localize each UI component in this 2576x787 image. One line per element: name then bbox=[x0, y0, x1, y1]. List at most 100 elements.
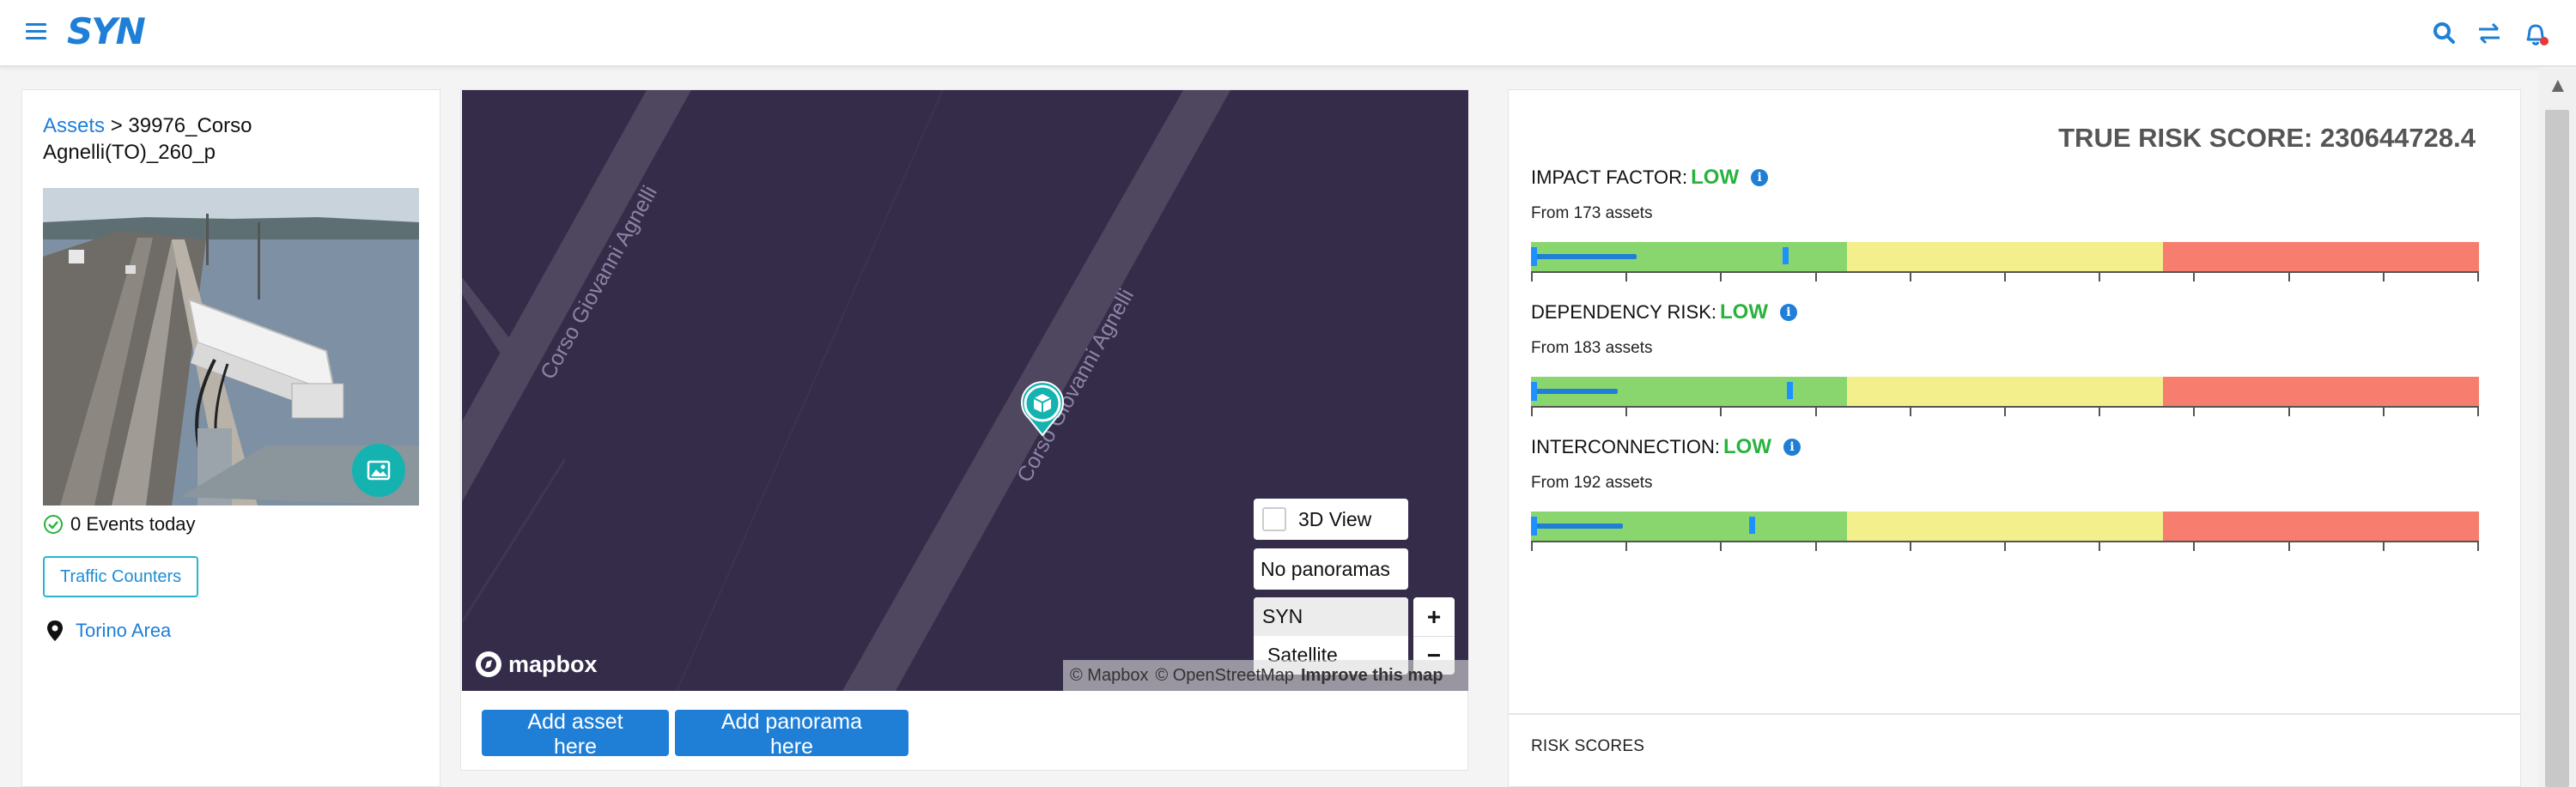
breadcrumb-assets-link[interactable]: Assets bbox=[43, 114, 105, 137]
page-scrollbar[interactable]: ▲ bbox=[2538, 67, 2576, 787]
search-icon[interactable] bbox=[2430, 19, 2459, 48]
risk-axis-tick bbox=[2287, 542, 2290, 551]
mapbox-brand-label: mapbox bbox=[508, 651, 598, 677]
layer-option-syn[interactable]: SYN bbox=[1254, 597, 1408, 636]
risk-axis-tick bbox=[2477, 542, 2479, 551]
info-icon[interactable]: i bbox=[1751, 169, 1769, 186]
factor-title: IMPACT FACTOR: LOW i bbox=[1531, 166, 2501, 190]
factor-level: LOW bbox=[1719, 300, 1768, 324]
risk-axis-tick bbox=[1531, 542, 1533, 551]
risk-band-medium bbox=[1847, 242, 2163, 271]
location-label: Torino Area bbox=[76, 620, 172, 641]
risk-axis-tick bbox=[1814, 408, 1817, 416]
factor-title: INTERCONNECTION: LOW i bbox=[1531, 435, 2501, 459]
risk-axis-tick bbox=[1909, 542, 1911, 551]
risk-axis-tick bbox=[2287, 408, 2290, 416]
check-circle-icon bbox=[44, 515, 63, 534]
location-link[interactable]: Torino Area bbox=[46, 614, 171, 648]
image-icon bbox=[367, 460, 391, 481]
swap-icon[interactable] bbox=[2475, 19, 2504, 48]
risk-axis-tick bbox=[1720, 408, 1722, 416]
risk-range-line bbox=[1533, 524, 1623, 529]
risk-axis-tick bbox=[2193, 273, 2196, 282]
risk-bar bbox=[1531, 512, 2479, 551]
breadcrumb-separator: > bbox=[110, 114, 123, 137]
risk-axis-tick bbox=[1625, 408, 1628, 416]
mapbox-icon bbox=[476, 651, 501, 677]
map-pin-icon bbox=[47, 621, 63, 641]
3d-view-label: 3D View bbox=[1298, 507, 1372, 530]
risk-axis-tick bbox=[2477, 408, 2479, 416]
map-attribution: © Mapbox © OpenStreetMap Improve this ma… bbox=[1063, 660, 1468, 691]
risk-panel: TRUE RISK SCORE: 230644728.4 IMPACT FACT… bbox=[1508, 89, 2521, 787]
risk-axis-tick bbox=[2004, 273, 2006, 282]
risk-value-marker bbox=[1782, 247, 1789, 264]
events-today: 0 Events today bbox=[43, 507, 196, 542]
risk-axis-tick bbox=[2382, 408, 2385, 416]
risk-axis-tick bbox=[2004, 542, 2006, 551]
risk-axis bbox=[1531, 406, 2479, 416]
3d-view-checkbox[interactable] bbox=[1262, 507, 1286, 531]
info-icon[interactable]: i bbox=[1779, 304, 1797, 321]
interconnection-section: INTERCONNECTION: LOW i From 192 assets bbox=[1531, 435, 2501, 551]
asset-info-panel: Assets > 39976_Corso Agnelli(TO)_260_p 0… bbox=[21, 89, 440, 787]
factor-source-count: From 192 assets bbox=[1531, 474, 1653, 492]
info-icon[interactable]: i bbox=[1783, 439, 1801, 456]
impact-factor-section: IMPACT FACTOR: LOW i From 173 assets bbox=[1531, 166, 2501, 282]
risk-value-marker bbox=[1787, 382, 1794, 399]
risk-axis-tick bbox=[2099, 408, 2101, 416]
risk-band-high bbox=[2163, 242, 2479, 271]
asset-map-marker[interactable] bbox=[1018, 380, 1066, 437]
mapbox-logo[interactable]: mapbox bbox=[474, 650, 598, 679]
factor-name: DEPENDENCY RISK: bbox=[1531, 301, 1716, 323]
risk-axis-tick bbox=[2287, 273, 2290, 282]
osm-attribution-link[interactable]: © OpenStreetMap bbox=[1155, 666, 1293, 686]
top-bar: SYN bbox=[0, 0, 2576, 67]
factor-title: DEPENDENCY RISK: LOW i bbox=[1531, 300, 2501, 324]
scroll-up-arrow-icon[interactable]: ▲ bbox=[2548, 74, 2568, 98]
risk-axis-tick bbox=[1909, 408, 1911, 416]
add-asset-button[interactable]: Add asset here bbox=[482, 710, 669, 759]
risk-band-high bbox=[2163, 377, 2479, 406]
add-panorama-button[interactable]: Add panorama here bbox=[675, 710, 908, 759]
events-today-label: 0 Events today bbox=[70, 513, 196, 535]
risk-axis-tick bbox=[1531, 273, 1533, 282]
factor-level: LOW bbox=[1691, 166, 1740, 189]
dependency-risk-section: DEPENDENCY RISK: LOW i From 183 assets bbox=[1531, 300, 2501, 416]
scroll-thumb[interactable] bbox=[2545, 110, 2569, 787]
risk-axis-tick bbox=[2382, 542, 2385, 551]
risk-axis-tick bbox=[1814, 542, 1817, 551]
zoom-in-button[interactable]: + bbox=[1413, 597, 1455, 636]
improve-map-link[interactable]: Improve this map bbox=[1301, 666, 1443, 686]
factor-name: IMPACT FACTOR: bbox=[1531, 166, 1688, 188]
risk-bar bbox=[1531, 377, 2479, 416]
image-gallery-button[interactable] bbox=[352, 444, 405, 497]
risk-axis bbox=[1531, 541, 2479, 551]
mapbox-attribution-link[interactable]: © Mapbox bbox=[1070, 666, 1148, 686]
risk-axis-tick bbox=[1720, 542, 1722, 551]
menu-icon[interactable] bbox=[26, 23, 46, 40]
3d-view-toggle[interactable]: 3D View bbox=[1254, 499, 1408, 540]
risk-axis-tick bbox=[2477, 273, 2479, 282]
risk-value-marker bbox=[1748, 517, 1755, 534]
notifications-bell-icon[interactable] bbox=[2521, 19, 2550, 48]
app-logo[interactable]: SYN bbox=[67, 10, 146, 52]
traffic-counters-button[interactable]: Traffic Counters bbox=[43, 556, 199, 597]
risk-axis-tick bbox=[2004, 408, 2006, 416]
risk-axis-tick bbox=[2099, 273, 2101, 282]
risk-band-medium bbox=[1847, 377, 2163, 406]
factor-source-count: From 183 assets bbox=[1531, 339, 1653, 357]
panoramas-button[interactable]: No panoramas bbox=[1254, 548, 1408, 590]
risk-bar bbox=[1531, 242, 2479, 282]
risk-range-start-marker bbox=[1531, 517, 1537, 536]
risk-axis-tick bbox=[1814, 273, 1817, 282]
risk-axis bbox=[1531, 271, 2479, 282]
risk-axis-tick bbox=[1625, 542, 1628, 551]
risk-band-medium bbox=[1847, 512, 2163, 541]
factor-level: LOW bbox=[1723, 435, 1771, 458]
risk-axis-tick bbox=[2193, 542, 2196, 551]
risk-scores-footer[interactable]: RISK SCORES bbox=[1509, 713, 2520, 756]
factor-source-count: From 173 assets bbox=[1531, 204, 1653, 222]
risk-range-start-marker bbox=[1531, 247, 1537, 266]
map-canvas[interactable]: Corso Giovanni Agnelli Corso Giovanni Ag… bbox=[462, 90, 1468, 691]
